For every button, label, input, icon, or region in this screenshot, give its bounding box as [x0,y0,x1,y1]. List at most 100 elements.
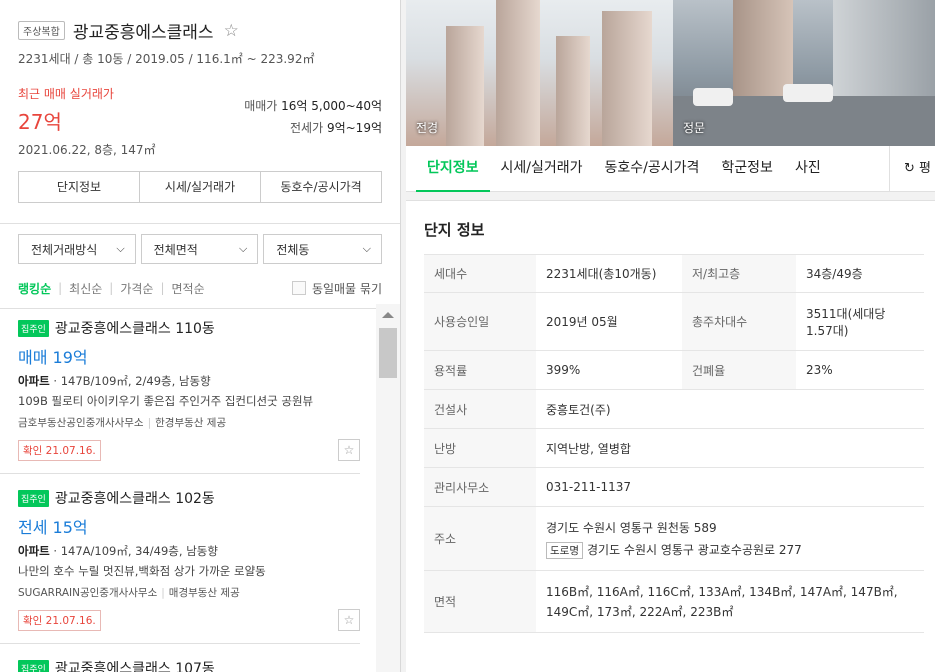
tab-more[interactable]: ↻ 평 [888,145,935,192]
table-row: 면적 116B㎡, 116A㎡, 116C㎡, 133A㎡, 134B㎡, 14… [424,570,924,633]
bundle-label: 동일매물 묶기 [311,281,382,296]
listing-provider: 매경부동산 제공 [168,587,240,599]
complex-type-tag: 주상복합 [18,21,65,40]
table-value: 2231세대(총10개동) [536,254,682,293]
filter-deal-type[interactable]: 전체거래방식 ⌵ [18,234,136,264]
chevron-down-icon: ⌵ [116,242,125,255]
listing-desc: 나만의 호수 누릴 멋진뷰,백화점 상가 가까운 로얄동 [18,564,266,578]
tab-photos[interactable]: 사진 [784,146,832,192]
listing-name: 광교중흥에스클래스 102동 [54,491,215,507]
road-address-tag: 도로명 [546,541,583,559]
listing-type: 아파트 [18,544,50,558]
table-row: 관리사무소 031-211-1137 [424,467,924,507]
table-key: 세대수 [424,254,536,293]
sort-area[interactable]: 면적순 [172,280,205,297]
chevron-down-icon: ⌵ [239,242,248,255]
bundle-same-listings[interactable]: 동일매물 묶기 [291,280,382,297]
divider: | [109,281,114,295]
sale-range: 16억 5,000~40억 [281,99,382,113]
listing-spec: 147B/109㎡, 2/49층, 남동향 [60,374,211,388]
recent-price-date: 2021.06.22, 8층, 147㎡ [18,143,156,157]
table-key: 주소 [424,506,536,571]
price-ranges: 매매가 16억 5,000~40억 전세가 9억~19억 [244,95,382,139]
table-value: 031-211-1137 [536,467,924,507]
section-title: 단지 정보 [424,221,485,239]
table-value: 경기도 수원시 영통구 원천동 589 도로명 경기도 수원시 영통구 광교호수공… [536,506,924,571]
divider [406,192,935,201]
chevron-down-icon: ⌵ [362,242,372,255]
tab-price[interactable]: 시세/실거래가 [490,146,594,192]
table-row: 건설사 중흥토건(주) [424,389,924,429]
jeonse-label: 전세가 [290,121,324,135]
table-value: 116B㎡, 116A㎡, 116C㎡, 133A㎡, 134B㎡, 147A㎡… [536,570,924,633]
table-value: 34층/49층 [796,254,924,293]
bundle-checkbox[interactable] [291,281,306,295]
table-key: 면적 [424,570,536,633]
divider: | [58,281,63,295]
complex-detail-panel: 전경 정문 단지정보 시세/실거래가 동호수/공시가격 학군정보 사진 ↻ 평 … [406,0,935,672]
divider [0,203,400,224]
seg-tab-price[interactable]: 시세/실거래가 [140,172,261,202]
favorite-star-icon[interactable]: ☆ [338,609,360,631]
listing-panel: 주상복합 광교중흥에스클래스 ☆ 2231세대 / 총 10동 / 2019.0… [0,0,401,672]
sort-latest[interactable]: 최신순 [69,280,102,297]
photo-strip: 전경 정문 [406,0,935,146]
table-key: 건폐율 [682,350,796,390]
table-key: 저/최고층 [682,254,796,293]
photo-overview[interactable]: 전경 [406,0,673,146]
favorite-star-icon[interactable]: ☆ [338,439,360,461]
owner-badge: 집주인 [18,489,49,507]
owner-badge: 집주인 [18,319,49,337]
table-value: 중흥토건(주) [536,389,924,429]
owner-badge: 집주인 [18,659,49,672]
list-item[interactable]: 집주인 광교중흥에스클래스 107동 [0,644,360,672]
tab-school[interactable]: 학군정보 [710,146,784,192]
scroll-up-icon[interactable] [382,312,394,318]
detail-tabs: 단지정보 시세/실거래가 동호수/공시가격 학군정보 사진 ↻ 평 [406,145,935,192]
sort-bar: 랭킹순 | 최신순 | 가격순 | 면적순 동일매물 묶기 [0,268,400,308]
table-key: 총주차대수 [682,292,796,351]
table-key: 사용승인일 [424,292,536,351]
photo-gate[interactable]: 정문 [673,0,935,146]
tab-complex-info[interactable]: 단지정보 [416,146,490,192]
table-key: 건설사 [424,389,536,429]
list-item[interactable]: 집주인 광교중흥에스클래스 102동 전세 15억 아파트 · 147A/109… [0,474,360,644]
listing-agent: SUGARRAIN공인중개사사무소 [18,587,158,599]
seg-tab-info[interactable]: 단지정보 [19,172,140,202]
table-row: 용적률 399% 건폐율 23% [424,350,924,390]
listing-type: 아파트 [18,374,50,388]
table-value: 23% [796,350,924,390]
table-row: 세대수 2231세대(총10개동) 저/최고층 34층/49층 [424,254,924,293]
tab-more-label: 평 [919,160,931,176]
listing-spec: 147A/109㎡, 34/49층, 남동향 [60,544,218,558]
complex-name: 광교중흥에스클래스 [72,23,214,43]
filter-bar: 전체거래방식 ⌵ 전체면적 ⌵ 전체동 ⌵ [0,224,400,264]
listing-scrollbar[interactable] [376,304,400,672]
refresh-icon: ↻ [903,160,915,176]
table-value: 2019년 05월 [536,292,682,351]
tab-units[interactable]: 동호수/공시가격 [594,146,711,192]
filter-area-label: 전체면적 [153,242,198,257]
seg-tab-units[interactable]: 동호수/공시가격 [261,172,381,202]
scroll-thumb[interactable] [379,328,397,378]
listing-deal: 전세 15억 [18,518,88,537]
table-value: 지역난방, 열병합 [536,428,924,468]
filter-deal-type-label: 전체거래방식 [31,242,98,257]
confirm-date-badge: 확인 21.07.16. [18,440,101,461]
filter-building[interactable]: 전체동 ⌵ [263,234,383,264]
listing-deal: 매매 19억 [18,348,88,367]
complex-info-table: 세대수 2231세대(총10개동) 저/최고층 34층/49층 사용승인일 20… [424,254,924,633]
complex-header: 주상복합 광교중흥에스클래스 ☆ 2231세대 / 총 10동 / 2019.0… [0,0,400,157]
list-item[interactable]: 집주인 광교중흥에스클래스 110동 매매 19억 아파트 · 147B/109… [0,304,360,474]
sort-price[interactable]: 가격순 [120,280,153,297]
listing-name: 광교중흥에스클래스 110동 [54,321,215,337]
complex-segment-tabs: 단지정보 시세/실거래가 동호수/공시가격 [18,171,382,203]
table-key: 용적률 [424,350,536,390]
filter-area[interactable]: 전체면적 ⌵ [140,234,259,264]
listing-list: 집주인 광교중흥에스클래스 110동 매매 19억 아파트 · 147B/109… [0,304,376,672]
table-key: 관리사무소 [424,467,536,507]
listing-agent: 금호부동산공인중개사사무소 [18,417,144,429]
favorite-star-icon[interactable]: ☆ [224,21,239,41]
complex-meta: 2231세대 / 총 10동 / 2019.05 / 116.1㎡ ~ 223.… [18,52,315,66]
sort-ranking[interactable]: 랭킹순 [18,280,51,297]
